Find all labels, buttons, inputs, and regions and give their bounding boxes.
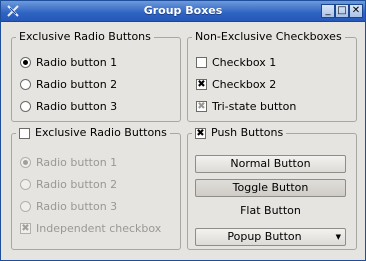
minimize-button[interactable]: _ xyxy=(321,4,335,18)
push-buttons-group-title: Push Buttons xyxy=(211,126,284,139)
radio-indicator[interactable] xyxy=(20,56,31,68)
popup-button[interactable]: Popup Button ▼ xyxy=(195,228,346,246)
radio-button-2-label: Radio button 2 xyxy=(36,77,118,91)
radio-button-1-label: Radio button 1 xyxy=(36,55,118,69)
radio-button-3[interactable]: Radio button 3 xyxy=(20,99,117,113)
normal-button[interactable]: Normal Button xyxy=(195,155,346,173)
checkbox-1-label: Checkbox 1 xyxy=(212,55,277,69)
radio-indicator[interactable] xyxy=(20,156,31,168)
title-bar[interactable]: Group Boxes _ □ ✕ xyxy=(1,1,365,22)
group-enable-checkbox[interactable] xyxy=(19,127,30,139)
check-icon[interactable]: ✖ xyxy=(20,222,31,234)
check-icon[interactable]: ✖ xyxy=(196,78,207,90)
radio-button-1[interactable]: Radio button 1 xyxy=(20,55,117,69)
checkbox-2-label: Checkbox 2 xyxy=(212,77,277,91)
checkable-radio-group-title: Exclusive Radio Buttons xyxy=(35,126,167,139)
tri-state-checkbox[interactable]: ✖ Tri-state button xyxy=(196,99,296,113)
popup-button-label: Popup Button xyxy=(227,230,302,243)
disabled-radio-button-3-label: Radio button 3 xyxy=(36,199,118,213)
non-exclusive-checkbox-group-title: Non-Exclusive Checkboxes xyxy=(195,30,342,43)
flat-button[interactable]: Flat Button xyxy=(195,203,346,221)
partial-check-icon[interactable]: ✖ xyxy=(196,100,207,112)
main-window: Group Boxes _ □ ✕ Exclusive Radio Button… xyxy=(0,0,366,261)
disabled-radio-button-1-label: Radio button 1 xyxy=(36,155,118,169)
toggle-button[interactable]: Toggle Button xyxy=(195,179,346,197)
disabled-radio-button-2[interactable]: Radio button 2 xyxy=(20,177,117,191)
checkbox-1[interactable]: Checkbox 1 xyxy=(196,55,276,69)
radio-indicator[interactable] xyxy=(20,100,31,112)
maximize-button[interactable]: □ xyxy=(335,4,349,18)
tri-state-checkbox-label: Tri-state button xyxy=(212,99,297,113)
checkbox-2[interactable]: ✖ Checkbox 2 xyxy=(196,77,276,91)
exclusive-radio-group: Exclusive Radio Buttons Radio button 1 R… xyxy=(11,31,181,122)
checkable-radio-group: Exclusive Radio Buttons Radio button 1 R… xyxy=(11,127,181,250)
check-icon[interactable]: ✖ xyxy=(195,127,206,139)
disabled-radio-button-1[interactable]: Radio button 1 xyxy=(20,155,117,169)
disabled-radio-button-3[interactable]: Radio button 3 xyxy=(20,199,117,213)
exclusive-radio-group-title: Exclusive Radio Buttons xyxy=(19,30,151,43)
independent-checkbox[interactable]: ✖ Independent checkbox xyxy=(20,221,161,235)
radio-button-3-label: Radio button 3 xyxy=(36,99,118,113)
checkbox-indicator[interactable] xyxy=(196,56,207,68)
window-title: Group Boxes xyxy=(143,4,223,17)
push-buttons-group: ✖ Push Buttons Normal Button Toggle Butt… xyxy=(187,127,357,250)
radio-indicator[interactable] xyxy=(20,200,31,212)
disabled-radio-button-2-label: Radio button 2 xyxy=(36,177,118,191)
chevron-down-icon: ▼ xyxy=(335,233,341,241)
radio-indicator[interactable] xyxy=(20,78,31,90)
radio-indicator[interactable] xyxy=(20,178,31,190)
non-exclusive-checkbox-group: Non-Exclusive Checkboxes Checkbox 1 ✖ Ch… xyxy=(187,31,357,122)
radio-button-2[interactable]: Radio button 2 xyxy=(20,77,117,91)
independent-checkbox-label: Independent checkbox xyxy=(36,221,162,235)
close-button[interactable]: ✕ xyxy=(349,4,363,18)
